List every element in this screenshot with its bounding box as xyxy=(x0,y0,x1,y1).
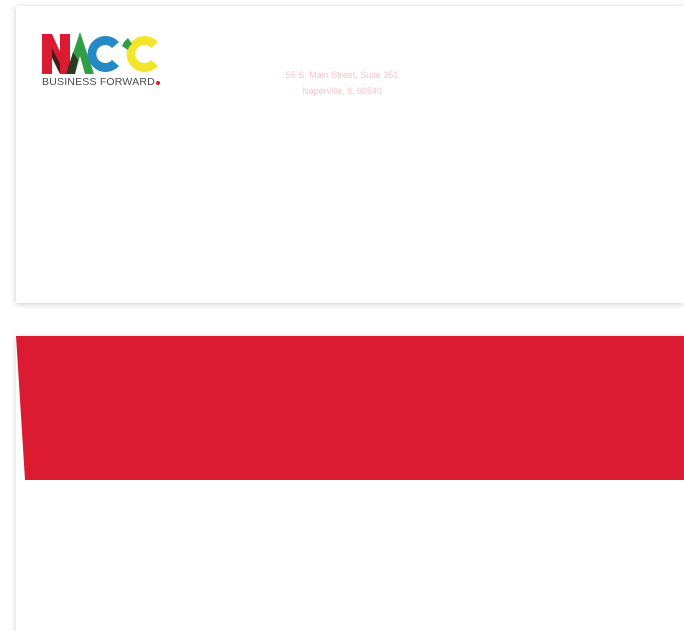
envelope-back xyxy=(16,336,684,631)
return-address: Naperville Area Chamber of Commerce 55 S… xyxy=(0,51,684,99)
return-address-street: 55 S. Main Street, Suite 351 xyxy=(285,70,399,80)
return-address-city: Naperville, IL 60540 xyxy=(302,86,382,96)
envelope-flap xyxy=(16,336,684,480)
return-address-organization: Naperville Area Chamber of Commerce xyxy=(258,54,426,64)
